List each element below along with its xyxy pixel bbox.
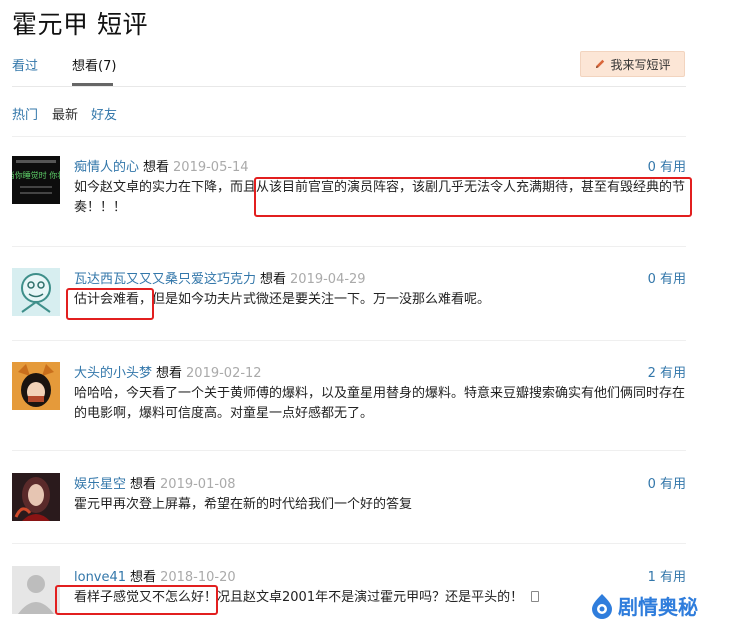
write-review-label: 我来写短评 (610, 57, 671, 72)
useful-votes[interactable]: 0 有用 (648, 268, 686, 287)
avatar[interactable]: 当你睡觉时 你将 (12, 156, 60, 204)
comment-date: 2019-01-08 (160, 477, 236, 492)
watermark: 剧情奥秘 (590, 591, 698, 620)
pencil-icon (596, 59, 605, 68)
useful-votes[interactable]: 2 有用 (648, 362, 686, 381)
comment-date: 2019-04-29 (290, 272, 366, 287)
filter-new[interactable]: 最新 (52, 104, 78, 123)
comment-text: 霍元甲再次登上屏幕，希望在新的时代给我们一个好的答复 (74, 497, 413, 512)
avatar[interactable] (12, 268, 60, 316)
divider (12, 246, 686, 247)
comment-user[interactable]: 瓦达西瓦又又又桑只爱这巧克力 (74, 272, 256, 287)
useful-votes[interactable]: 0 有用 (648, 473, 686, 492)
filter-friends[interactable]: 好友 (91, 104, 117, 123)
write-review-button[interactable]: 我来写短评 (580, 51, 685, 77)
divider (12, 136, 686, 137)
divider (12, 340, 686, 341)
useful-votes[interactable]: 1 有用 (648, 566, 686, 585)
comment-rating: 想看 (143, 160, 170, 175)
filter-hot[interactable]: 热门 (12, 104, 38, 123)
svg-text:当你睡觉时 你将: 当你睡觉时 你将 (12, 170, 60, 180)
tab-seen[interactable]: 看过 (12, 55, 38, 74)
comment-text: 估计会难看，但是如今功夫片式微还是要关注一下。万一没那么难看呢。 (74, 292, 491, 307)
comment-rating: 想看 (130, 570, 157, 585)
tab-want[interactable]: 想看(7) (72, 55, 116, 74)
comment-user[interactable]: lonve41 (74, 570, 126, 585)
avatar[interactable] (12, 566, 60, 614)
comment-user[interactable]: 痴情人的心 (74, 160, 139, 175)
divider (12, 86, 686, 87)
avatar[interactable] (12, 473, 60, 521)
comment-user[interactable]: 大头的小头梦 (74, 366, 152, 381)
highlight-box (66, 288, 154, 320)
comment-date: 2019-02-12 (186, 366, 262, 381)
divider (12, 543, 686, 544)
avatar[interactable] (12, 362, 60, 410)
comment-date: 2019-05-14 (173, 160, 249, 175)
highlight-box (254, 177, 692, 217)
comment-text: 哈哈哈，今天看了一个关于黄师傅的爆料，以及童星用替身的爆料。特意来豆瓣搜索确实有… (74, 386, 686, 421)
comment-rating: 想看 (260, 272, 287, 287)
useful-votes[interactable]: 0 有用 (648, 156, 686, 175)
watermark-logo-icon (592, 593, 612, 619)
comment-date: 2018-10-20 (160, 570, 236, 585)
page-title: 霍元甲 短评 (12, 10, 148, 39)
divider (12, 450, 686, 451)
comment-rating: 想看 (156, 366, 183, 381)
watermark-text: 剧情奥秘 (618, 595, 698, 619)
comment-user[interactable]: 娱乐星空 (74, 477, 126, 492)
highlight-box (55, 585, 218, 615)
phone-icon (531, 591, 540, 602)
comment-rating: 想看 (130, 477, 157, 492)
